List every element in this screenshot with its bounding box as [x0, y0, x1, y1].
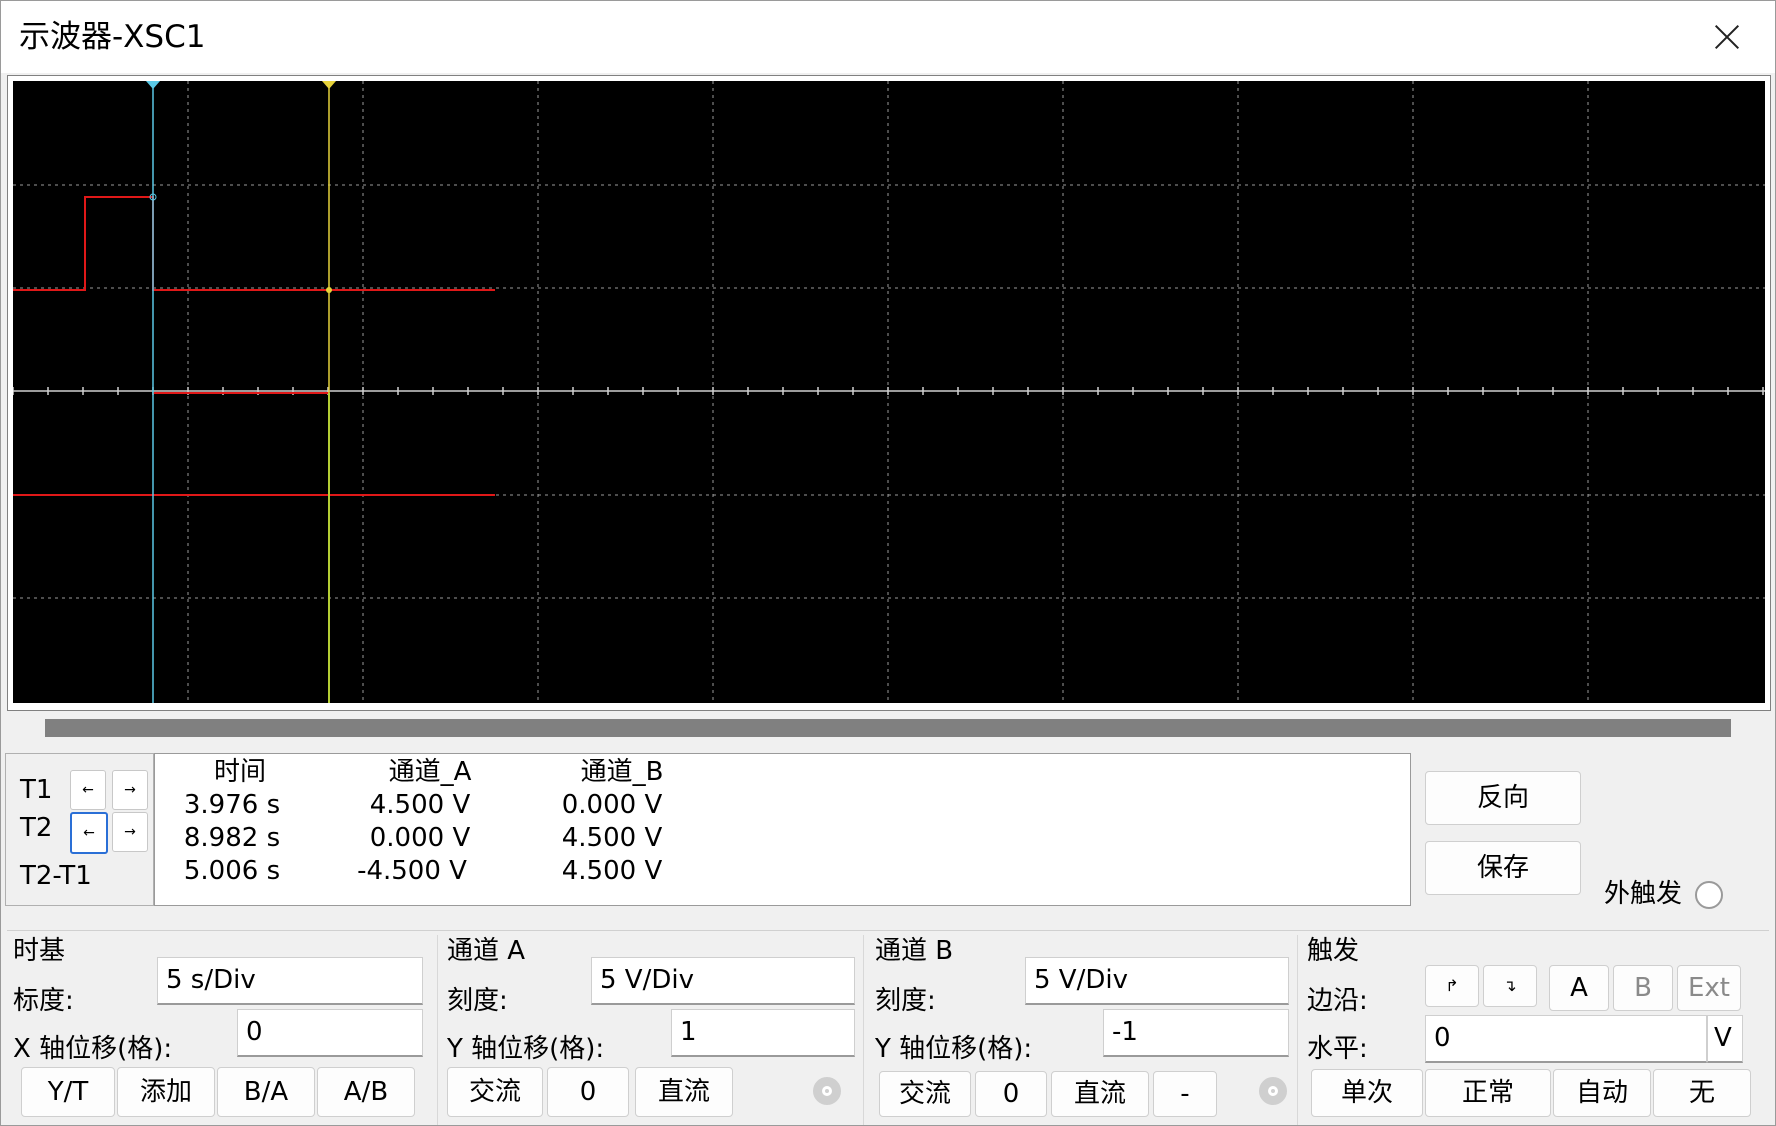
channel-a-zero-button[interactable]: 0 [547, 1067, 629, 1117]
table-cell: 0.000 V [369, 823, 471, 853]
channel-a-trace [13, 196, 495, 291]
timebase-scale-label: 标度: [13, 986, 74, 1016]
header-channel-a: 通道_A [388, 757, 472, 787]
t1-left-arrow-icon[interactable]: ← [70, 770, 106, 810]
trigger-normal-button[interactable]: 正常 [1425, 1069, 1551, 1117]
window-title: 示波器-XSC1 [19, 19, 206, 55]
trigger-source-ext-button[interactable]: Ext [1677, 965, 1741, 1011]
falling-edge-icon[interactable]: ↴ [1483, 965, 1537, 1007]
channel-b-ac-button[interactable]: 交流 [879, 1071, 971, 1117]
cursor-t1-handle[interactable] [146, 81, 160, 89]
channel-a-dc-button[interactable]: 直流 [635, 1067, 733, 1117]
trigger-group: 触发 边沿: ↱ ↴ A B Ext 水平: 0 V 单次 正常 自动 无 [1299, 935, 1765, 1125]
ext-trigger-radio[interactable] [1695, 881, 1723, 909]
t2-label: T2 [20, 813, 53, 843]
xpos-field[interactable]: 0 [237, 1009, 423, 1057]
channel-a-scale-label: 刻度: [447, 986, 508, 1016]
scope-screen[interactable] [13, 81, 1765, 703]
trigger-level-label: 水平: [1307, 1034, 1368, 1064]
timebase-group: 时基 标度: 5 s/Div X 轴位移(格): 0 Y/T 添加 B/A A/… [7, 935, 438, 1125]
table-cell: -4.500 V [357, 856, 467, 886]
channel-a-title: 通道 A [447, 936, 526, 966]
channel-a-scale-field[interactable]: 5 V/Div [591, 957, 855, 1005]
rising-edge-icon[interactable]: ↱ [1425, 965, 1479, 1007]
channel-b-zero-button[interactable]: 0 [975, 1071, 1047, 1117]
t1-label: T1 [20, 775, 53, 805]
table-cell: 5.006 s [183, 856, 281, 886]
trigger-level-field[interactable]: 0 [1425, 1015, 1707, 1063]
reverse-button[interactable]: 反向 [1425, 771, 1581, 825]
trigger-auto-button[interactable]: 自动 [1553, 1069, 1651, 1117]
channel-b-ypos-label: Y 轴位移(格): [875, 1034, 1033, 1064]
trigger-none-button[interactable]: 无 [1653, 1069, 1751, 1117]
trigger-source-a-button[interactable]: A [1549, 965, 1609, 1011]
table-cell: 8.982 s [183, 823, 281, 853]
horizontal-scrollbar[interactable] [45, 719, 1731, 737]
channel-b-minus-button[interactable]: - [1153, 1071, 1217, 1117]
mode-yt-button[interactable]: Y/T [21, 1067, 115, 1117]
channel-a-ypos-label: Y 轴位移(格): [447, 1034, 605, 1064]
t1-right-arrow-icon[interactable]: → [112, 770, 148, 810]
channel-a-ypos-field[interactable]: 1 [671, 1009, 855, 1057]
measurement-table: 时间 通道_A 通道_B 3.976 s 4.500 V 0.000 V 8.9… [154, 753, 1411, 906]
oscilloscope-window: 示波器-XSC1 T1 ← → T2 ← → T2-T1 时间 通道_A 通道_… [0, 0, 1776, 1126]
timebase-scale-field[interactable]: 5 s/Div [157, 957, 423, 1005]
channel-a-indicator[interactable] [813, 1077, 841, 1105]
table-cell: 4.500 V [561, 823, 663, 853]
channel-b-scale-label: 刻度: [875, 986, 936, 1016]
channel-b-title: 通道 B [875, 936, 954, 966]
channel-b-group: 通道 B 刻度: 5 V/Div Y 轴位移(格): -1 交流 0 直流 - [865, 935, 1298, 1125]
channel-a-ac-button[interactable]: 交流 [447, 1067, 543, 1117]
mode-ab-button[interactable]: A/B [317, 1067, 415, 1117]
close-icon[interactable] [1709, 19, 1745, 55]
channel-b-ypos-field[interactable]: -1 [1103, 1009, 1289, 1057]
divider [7, 930, 1769, 931]
trigger-level-unit: V [1707, 1015, 1743, 1063]
header-time: 时间 [213, 757, 266, 787]
channel-b-dc-button[interactable]: 直流 [1051, 1071, 1149, 1117]
header-channel-b: 通道_B [580, 757, 664, 787]
table-cell: 3.976 s [183, 790, 281, 820]
scope-plot [13, 81, 1765, 703]
channel-a-group: 通道 A 刻度: 5 V/Div Y 轴位移(格): 1 交流 0 直流 [439, 935, 864, 1125]
trigger-edge-label: 边沿: [1307, 986, 1368, 1016]
mode-add-button[interactable]: 添加 [117, 1067, 215, 1117]
table-cell: 4.500 V [561, 856, 663, 886]
xpos-label: X 轴位移(格): [13, 1034, 173, 1064]
t2-right-arrow-icon[interactable]: → [112, 812, 148, 852]
cursor-controls: T1 ← → T2 ← → T2-T1 [5, 753, 154, 906]
table-cell: 0.000 V [561, 790, 663, 820]
t2-left-arrow-icon[interactable]: ← [70, 812, 108, 854]
title-bar: 示波器-XSC1 [1, 1, 1775, 73]
table-cell: 4.500 V [369, 790, 471, 820]
channel-b-indicator[interactable] [1259, 1077, 1287, 1105]
trigger-single-button[interactable]: 单次 [1311, 1069, 1423, 1117]
t2-t1-label: T2-T1 [20, 861, 92, 891]
channel-b-scale-field[interactable]: 5 V/Div [1025, 957, 1289, 1005]
save-button[interactable]: 保存 [1425, 841, 1581, 895]
cursor-t2-handle[interactable] [322, 81, 336, 89]
trigger-title: 触发 [1307, 936, 1360, 966]
mode-ba-button[interactable]: B/A [217, 1067, 315, 1117]
trigger-source-b-button[interactable]: B [1613, 965, 1673, 1011]
timebase-title: 时基 [13, 936, 66, 966]
ext-trigger-label: 外触发 [1604, 879, 1683, 909]
